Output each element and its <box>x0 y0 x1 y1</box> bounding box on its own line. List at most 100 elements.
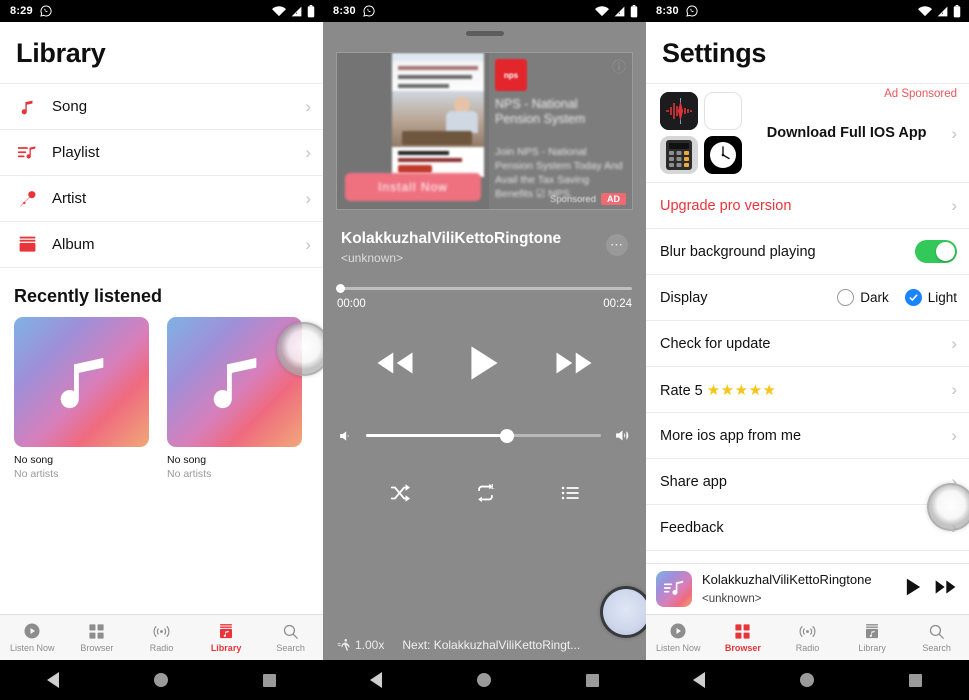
mini-player[interactable]: KolakkuzhalViliKettoRingtone <unknown> <box>646 563 969 614</box>
settings-row-rate[interactable]: Rate 5 ★★★★★ › <box>646 367 969 413</box>
blur-background-toggle[interactable] <box>915 240 957 263</box>
tab-library[interactable]: Library <box>840 615 905 660</box>
status-bar-right <box>595 4 638 18</box>
wifi-icon <box>272 5 286 16</box>
library-item-label: Album <box>52 236 95 253</box>
display-option-light[interactable]: Light <box>904 289 957 306</box>
tab-library[interactable]: Library <box>194 615 259 660</box>
nav-recents-icon[interactable] <box>262 673 276 687</box>
rewind-icon <box>377 352 413 374</box>
recent-card-subtitle: No artists <box>167 468 212 480</box>
ios-app-ad-row[interactable]: Ad Sponsored Download Full IOS App › <box>646 83 969 183</box>
nav-home-icon[interactable] <box>476 673 491 687</box>
play-icon <box>906 578 921 595</box>
display-option-dark[interactable]: Dark <box>837 289 889 306</box>
recent-card-title: No song <box>14 454 54 466</box>
seek-handle[interactable] <box>336 284 345 293</box>
battery-icon <box>953 4 961 17</box>
mini-next-button[interactable] <box>934 578 957 601</box>
chevron-right-icon: › <box>951 426 957 445</box>
android-nav-bar <box>323 660 646 700</box>
nav-back-icon[interactable] <box>693 672 706 688</box>
library-item-artist[interactable]: Artist › <box>0 176 323 222</box>
fast-forward-button[interactable] <box>553 348 595 383</box>
volume-handle[interactable] <box>500 428 514 443</box>
nav-back-icon[interactable] <box>370 672 383 688</box>
settings-row-upgrade-pro[interactable]: Upgrade pro version › <box>646 183 969 229</box>
repeat-one-button[interactable]: 1 <box>473 482 498 509</box>
chevron-right-icon: › <box>951 196 957 215</box>
fast-forward-icon <box>556 352 592 374</box>
library-icon <box>866 623 879 638</box>
sheet-drag-handle[interactable] <box>465 31 504 36</box>
rewind-button[interactable] <box>374 348 416 383</box>
volume-slider[interactable] <box>366 428 601 443</box>
library-icon <box>220 623 233 638</box>
android-nav-bar <box>0 660 323 700</box>
ad-banner[interactable]: Install Now ⓘ nps NPS - National Pension… <box>336 52 633 210</box>
library-item-label: Song <box>52 98 88 115</box>
tab-browser[interactable]: Browser <box>711 615 776 660</box>
volume-high-icon <box>616 430 629 441</box>
recently-listened-cards: No song No artists No song No artists <box>0 317 323 480</box>
library-item-album[interactable]: Album › <box>0 222 323 268</box>
queue-button[interactable] <box>559 483 582 508</box>
seek-bar[interactable] <box>336 284 632 293</box>
settings-row-share-app[interactable]: Share app › <box>646 459 969 505</box>
status-bar: 8:30 <box>646 0 969 22</box>
status-bar-left: 8:30 <box>333 5 375 17</box>
time-total: 00:24 <box>603 298 632 310</box>
settings-row-more-ios-apps[interactable]: More ios app from me › <box>646 413 969 459</box>
library-screen: 8:29 Library Song › Playlist › Artist › … <box>0 0 323 700</box>
recently-listened-title: Recently listened <box>14 286 163 306</box>
playback-speed-button[interactable]: 1.00x <box>337 638 384 652</box>
mini-player-artwork <box>656 571 692 607</box>
nav-home-icon[interactable] <box>799 673 814 687</box>
nav-recents-icon[interactable] <box>585 673 599 687</box>
clock-icon <box>704 136 742 174</box>
shuffle-button[interactable] <box>388 482 412 509</box>
more-options-icon[interactable]: ⋯ <box>606 234 628 256</box>
playback-modes: 1 <box>323 482 646 509</box>
play-button[interactable] <box>468 344 501 387</box>
settings-row-privacy-policy[interactable]: Privacy Policy › <box>646 551 969 563</box>
tab-search[interactable]: Search <box>258 615 323 660</box>
settings-row-feedback[interactable]: Feedback › <box>646 505 969 551</box>
tab-label: Library <box>210 642 242 653</box>
recent-card[interactable]: No song No artists <box>14 317 149 480</box>
mini-play-button[interactable] <box>905 577 922 602</box>
ad-cta-button[interactable]: Install Now <box>345 173 481 201</box>
touch-indicator <box>927 483 969 531</box>
radio-label: Light <box>927 290 957 305</box>
settings-row-check-update[interactable]: Check for update › <box>646 321 969 367</box>
library-item-song[interactable]: Song › <box>0 84 323 130</box>
tab-search[interactable]: Search <box>904 615 969 660</box>
nav-recents-icon[interactable] <box>908 673 922 687</box>
chevron-right-icon: › <box>305 97 311 116</box>
library-item-playlist[interactable]: Playlist › <box>0 130 323 176</box>
settings-row-blur-background[interactable]: Blur background playing <box>646 229 969 275</box>
tab-label: Search <box>276 642 305 653</box>
status-bar-left: 8:29 <box>10 5 52 17</box>
tab-label: Library <box>858 642 886 653</box>
tab-radio[interactable]: Radio <box>129 615 194 660</box>
tab-listen-now[interactable]: Listen Now <box>646 615 711 660</box>
album-artwork <box>14 317 149 447</box>
toggle-knob <box>936 242 955 261</box>
nav-home-icon[interactable] <box>153 673 168 687</box>
recent-card-title: No song <box>167 454 207 466</box>
rating-stars: ★★★★★ <box>706 381 777 399</box>
tab-listen-now[interactable]: Listen Now <box>0 615 65 660</box>
seek-bar-wrapper: 00:00 00:24 <box>323 265 646 310</box>
tab-radio[interactable]: Radio <box>775 615 840 660</box>
ad-sponsored-label: Ad Sponsored <box>884 88 957 100</box>
music-note-icon <box>14 97 40 117</box>
nav-back-icon[interactable] <box>47 672 60 688</box>
now-playing-header: KolakkuzhalViliKettoRingtone <unknown> ⋯ <box>323 210 646 265</box>
play-circle-icon <box>670 623 686 639</box>
bottom-tab-bar: Listen Now Browser Radio Library Search <box>646 614 969 660</box>
signal-icon <box>614 6 625 16</box>
ad-creative: Install Now <box>337 53 489 209</box>
tab-browser[interactable]: Browser <box>65 615 130 660</box>
settings-content: Settings Ad Sponsored Download Full IOS … <box>646 22 969 563</box>
